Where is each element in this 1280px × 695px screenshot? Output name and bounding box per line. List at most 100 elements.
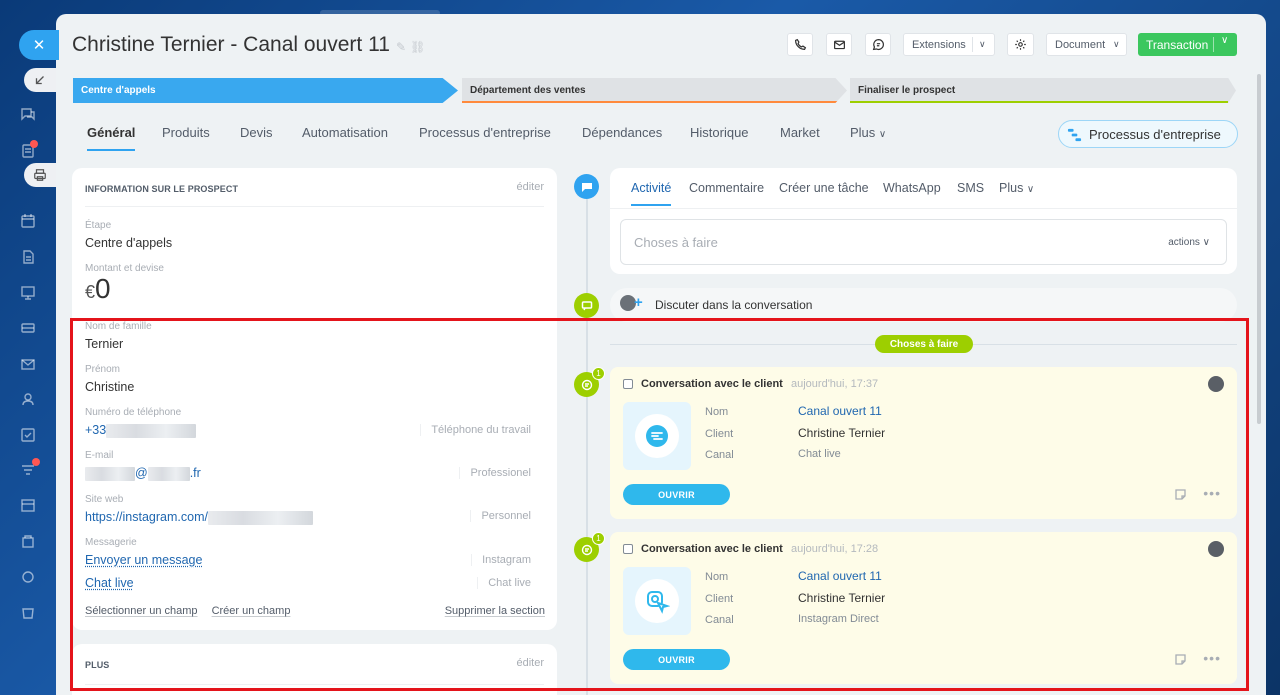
tab-activity[interactable]: Activité (631, 181, 672, 206)
livechat-icon (646, 425, 668, 447)
divider (85, 206, 544, 207)
extensions-dropdown[interactable]: Extensions ∨ (903, 33, 995, 56)
phone-field-label: Numéro de téléphone (85, 407, 182, 418)
print-tab[interactable] (24, 163, 56, 187)
call-button[interactable] (787, 33, 813, 56)
messenger-instagram-type: Instagram (471, 554, 531, 566)
amount-number: 0 (95, 273, 111, 304)
name-value[interactable]: Canal ouvert 11 (798, 404, 882, 418)
tab-dependencies[interactable]: Dépendances (582, 125, 662, 140)
mail-rail-icon[interactable] (19, 355, 37, 373)
open-conversation-button[interactable]: OUVRIR (623, 649, 730, 670)
create-field-link[interactable]: Créer un champ (212, 605, 291, 617)
messenger-livechat-link[interactable]: Chat live (85, 576, 134, 590)
stage-finalize-lead[interactable]: Finaliser le prospect (850, 78, 1236, 103)
transaction-button[interactable]: Transaction ∨ (1138, 33, 1237, 56)
livechat-logo (635, 414, 679, 458)
close-slider-button[interactable]: ✕ (19, 30, 59, 60)
list-icon (581, 544, 592, 555)
conversation-title: Conversation avec le client (641, 378, 783, 390)
tab-business-process[interactable]: Processus d'entreprise (419, 125, 551, 140)
calendar-rail-icon[interactable] (19, 212, 37, 230)
client-value: Christine Ternier (798, 591, 886, 605)
conversation-card: Conversation avec le client aujourd'hui,… (610, 532, 1237, 684)
chat-button[interactable] (865, 33, 891, 56)
client-label: Client (705, 593, 734, 605)
drive-rail-icon[interactable] (19, 319, 37, 337)
name-value[interactable]: Canal ouvert 11 (798, 569, 882, 583)
plus-icon: + (634, 294, 643, 311)
website-url: https://instagram.com/ (85, 510, 208, 524)
section-title: PLUS (85, 660, 110, 670)
entity-slider: Christine Ternier - Canal ouvert 11 ✎⛓ E… (56, 14, 1266, 695)
tab-automation[interactable]: Automatisation (302, 125, 388, 140)
email-button[interactable] (826, 33, 852, 56)
note-icon[interactable] (1174, 488, 1187, 501)
todo-input[interactable]: Choses à faire actions ∨ (620, 219, 1227, 265)
complete-checkbox[interactable] (623, 544, 633, 554)
schedule-rail-icon[interactable] (19, 496, 37, 514)
email-at: @ (135, 466, 148, 480)
actions-label: actions (1168, 237, 1200, 248)
checklist-rail-icon[interactable] (19, 426, 37, 444)
pencil-icon[interactable]: ✎ (396, 40, 410, 54)
note-icon[interactable] (1174, 653, 1187, 666)
complete-checkbox[interactable] (623, 379, 633, 389)
channel-label: Canal (705, 449, 734, 461)
channel-value: Instagram Direct (798, 613, 879, 625)
messenger-instagram-link[interactable]: Envoyer un message (85, 553, 202, 567)
more-options-icon[interactable]: ••• (1203, 650, 1221, 666)
tab-create-task[interactable]: Créer une tâche (779, 181, 869, 195)
edit-section-link[interactable]: éditer (516, 181, 544, 193)
delete-section-link[interactable]: Supprimer la section (445, 605, 545, 617)
crm-badge (32, 458, 40, 466)
minimize-tab[interactable] (24, 68, 56, 92)
more-options-icon[interactable]: ••• (1203, 485, 1221, 501)
document-dropdown[interactable]: Document ∨ (1046, 33, 1127, 56)
tab-quotes[interactable]: Devis (240, 125, 273, 140)
scrollbar[interactable] (1257, 74, 1261, 424)
contacts-rail-icon[interactable] (19, 390, 37, 408)
lastname-field-value: Ternier (85, 337, 124, 351)
board-rail-icon[interactable] (19, 284, 37, 302)
store-rail-icon[interactable] (19, 532, 37, 550)
shop-rail-icon[interactable] (19, 604, 37, 622)
tab-sms[interactable]: SMS (957, 181, 984, 195)
conversation-title: Conversation avec le client (641, 543, 783, 555)
channel-label: Canal (705, 614, 734, 626)
tab-more[interactable]: Plus ∨ (850, 125, 886, 140)
tab-products[interactable]: Produits (162, 125, 210, 140)
actions-dropdown[interactable]: actions ∨ (1168, 237, 1210, 248)
lead-info-card: INFORMATION SUR LE PROSPECT éditer Étape… (72, 168, 557, 630)
tab-whatsapp[interactable]: WhatsApp (883, 181, 941, 195)
settings-button[interactable] (1007, 33, 1034, 56)
channel-value: Chat live (798, 448, 841, 460)
conversation-card: Conversation avec le client aujourd'hui,… (610, 367, 1237, 519)
stage-sales-department[interactable]: Département des ventes (462, 78, 847, 103)
website-field-value[interactable]: https://instagram.com/ (85, 510, 313, 525)
business-process-button[interactable]: Processus d'entreprise (1058, 120, 1238, 148)
instagram-direct-icon (647, 591, 670, 614)
stage-call-center[interactable]: Centre d'appels (73, 78, 458, 103)
timeline-chat-dot (574, 293, 599, 318)
conversation-time: aujourd'hui, 17:28 (791, 543, 879, 555)
link-icon[interactable]: ⛓ (410, 40, 429, 54)
amount-field-value: €0 (85, 273, 111, 305)
edit-section-link[interactable]: éditer (516, 657, 544, 669)
tab-general[interactable]: Général (87, 125, 136, 151)
stage-label: Département des ventes (470, 85, 586, 96)
tab-history[interactable]: Historique (690, 125, 749, 140)
select-field-link[interactable]: Sélectionner un champ (85, 605, 198, 617)
chat-rail-icon[interactable] (19, 105, 37, 123)
tab-more-label: Plus (999, 181, 1024, 195)
chevron-down-icon[interactable]: ∨ (1221, 35, 1228, 46)
email-field-value[interactable]: @ .fr (85, 466, 201, 481)
document-rail-icon[interactable] (19, 248, 37, 266)
tab-market[interactable]: Market (780, 125, 820, 140)
tab-comment[interactable]: Commentaire (689, 181, 764, 195)
settings-rail-icon[interactable] (19, 568, 37, 586)
discuss-in-chat-row[interactable]: + Discuter dans la conversation (610, 288, 1237, 322)
tab-activity-more[interactable]: Plus ∨ (999, 181, 1034, 195)
open-conversation-button[interactable]: OUVRIR (623, 484, 730, 505)
phone-field-value[interactable]: +33 (85, 423, 197, 438)
